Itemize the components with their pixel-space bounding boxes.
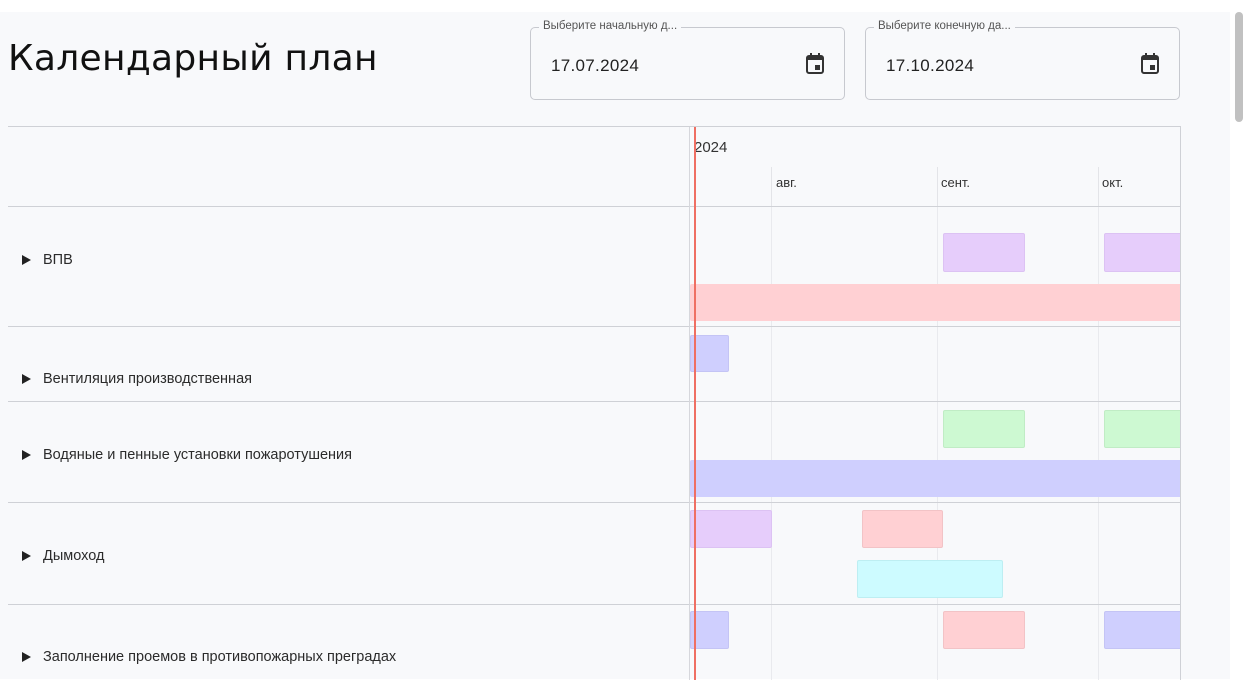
month-divider bbox=[1098, 167, 1099, 206]
month-divider bbox=[771, 167, 772, 206]
row-label[interactable]: Вентиляция производственная bbox=[22, 371, 252, 387]
end-date-value[interactable]: 17.10.2024 bbox=[886, 56, 974, 76]
gantt-header: 2024 авг. сент. окт. bbox=[8, 127, 1180, 207]
task-bar[interactable] bbox=[1104, 233, 1180, 272]
gantt-row[interactable]: Дымоход bbox=[8, 503, 1180, 605]
task-bar[interactable] bbox=[690, 460, 1180, 497]
today-marker-line bbox=[694, 127, 696, 680]
task-bar[interactable] bbox=[943, 233, 1025, 272]
month-label-sep: сент. bbox=[941, 175, 971, 190]
page-title: Календарный план bbox=[8, 38, 378, 79]
row-label[interactable]: Заполнение проемов в противопожарных пре… bbox=[22, 649, 396, 665]
row-label-text: ВПВ bbox=[43, 252, 73, 268]
label-column-divider bbox=[689, 127, 690, 680]
row-label[interactable]: ВПВ bbox=[22, 252, 73, 268]
task-bar[interactable] bbox=[690, 284, 1180, 321]
triangle-right-icon[interactable] bbox=[22, 450, 31, 460]
timeline-year: 2024 bbox=[694, 139, 728, 156]
row-label-text: Вентиляция производственная bbox=[43, 371, 252, 387]
gantt-row[interactable]: Заполнение проемов в противопожарных пре… bbox=[8, 605, 1180, 680]
end-date-label: Выберите конечную да... bbox=[874, 20, 1015, 32]
triangle-right-icon[interactable] bbox=[22, 652, 31, 662]
scrollbar-thumb[interactable] bbox=[1235, 12, 1243, 122]
task-bar[interactable] bbox=[857, 560, 1003, 598]
month-divider bbox=[937, 167, 938, 206]
task-bar[interactable] bbox=[690, 510, 772, 548]
calendar-icon[interactable] bbox=[804, 52, 826, 76]
row-label[interactable]: Водяные и пенные установки пожаротушения bbox=[22, 447, 352, 463]
month-label-aug: авг. bbox=[776, 175, 797, 190]
task-bar[interactable] bbox=[1104, 611, 1180, 649]
triangle-right-icon[interactable] bbox=[22, 551, 31, 561]
triangle-right-icon[interactable] bbox=[22, 255, 31, 265]
start-date-label: Выберите начальную д... bbox=[539, 20, 682, 32]
row-label-text: Водяные и пенные установки пожаротушения bbox=[43, 447, 352, 463]
task-bar[interactable] bbox=[1104, 410, 1180, 448]
gantt-chart: 2024 авг. сент. окт. ВПВ Вентиляция прои… bbox=[8, 126, 1181, 680]
calendar-icon[interactable] bbox=[1139, 52, 1161, 76]
row-label-text: Дымоход bbox=[43, 548, 105, 564]
task-bar[interactable] bbox=[862, 510, 943, 548]
triangle-right-icon[interactable] bbox=[22, 374, 31, 384]
gantt-row[interactable]: Вентиляция производственная bbox=[8, 327, 1180, 402]
row-label-text: Заполнение проемов в противопожарных пре… bbox=[43, 649, 397, 665]
month-label-oct: окт. bbox=[1102, 175, 1124, 190]
start-date-field[interactable]: Выберите начальную д... 17.07.2024 bbox=[530, 20, 845, 100]
gantt-row[interactable]: ВПВ bbox=[8, 207, 1180, 327]
task-bar[interactable] bbox=[943, 611, 1025, 649]
start-date-value[interactable]: 17.07.2024 bbox=[551, 56, 639, 76]
task-bar[interactable] bbox=[943, 410, 1025, 448]
end-date-field[interactable]: Выберите конечную да... 17.10.2024 bbox=[865, 20, 1180, 100]
gantt-row[interactable]: Водяные и пенные установки пожаротушения bbox=[8, 402, 1180, 503]
row-label[interactable]: Дымоход bbox=[22, 548, 104, 564]
